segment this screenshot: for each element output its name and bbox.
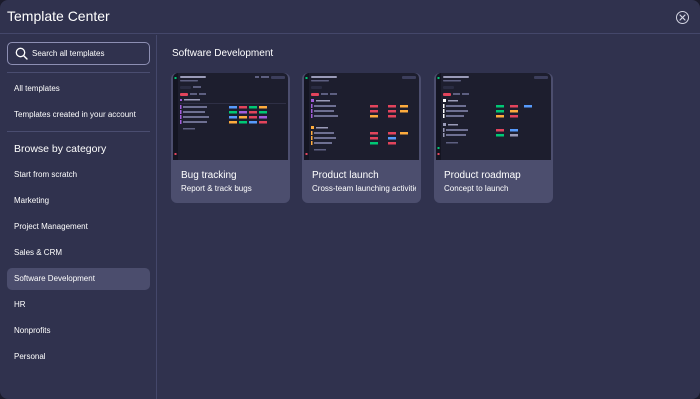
category-hr[interactable]: HR	[7, 294, 150, 316]
template-card-product-launch[interactable]: Product launch Cross-team launching acti…	[302, 73, 421, 203]
all-templates-link[interactable]: All templates	[14, 84, 60, 93]
modal-title: Template Center	[7, 8, 110, 24]
category-marketing[interactable]: Marketing	[7, 190, 150, 212]
search-input[interactable]	[32, 46, 144, 61]
card-title: Product launch	[312, 170, 379, 181]
category-start-from-scratch[interactable]: Start from scratch	[7, 164, 150, 186]
sidebar: All templates Templates created in your …	[0, 35, 157, 399]
category-nonprofits[interactable]: Nonprofits	[7, 320, 150, 342]
section-title: Software Development	[172, 48, 274, 59]
card-description: Cross-team launching activities	[312, 184, 416, 193]
close-button[interactable]	[676, 11, 689, 24]
template-thumbnail	[304, 73, 419, 160]
template-thumbnail	[436, 73, 551, 160]
template-thumbnail	[173, 73, 288, 160]
template-gallery: Software Development Bug tracking Report…	[158, 35, 700, 399]
category-project-management[interactable]: Project Management	[7, 216, 150, 238]
modal-header: Template Center	[0, 0, 700, 34]
category-personal[interactable]: Personal	[7, 346, 150, 368]
card-title: Bug tracking	[181, 170, 237, 181]
card-title: Product roadmap	[444, 170, 521, 181]
card-description: Concept to launch	[444, 184, 509, 193]
category-software-development[interactable]: Software Development	[7, 268, 150, 290]
close-icon	[679, 14, 686, 21]
sidebar-divider	[7, 72, 150, 73]
scrollbar[interactable]	[695, 95, 697, 155]
template-center-modal: Template Center All templates Templates …	[0, 0, 700, 399]
card-description: Report & track bugs	[181, 184, 252, 193]
template-card-product-roadmap[interactable]: Product roadmap Concept to launch	[434, 73, 553, 203]
sidebar-divider	[7, 131, 150, 132]
template-card-bug-tracking[interactable]: Bug tracking Report & track bugs	[171, 73, 290, 203]
search-box[interactable]	[7, 42, 150, 65]
browse-by-category-heading: Browse by category	[14, 143, 107, 155]
search-icon	[15, 47, 28, 60]
account-templates-link[interactable]: Templates created in your account	[14, 110, 136, 119]
category-sales-crm[interactable]: Sales & CRM	[7, 242, 150, 264]
